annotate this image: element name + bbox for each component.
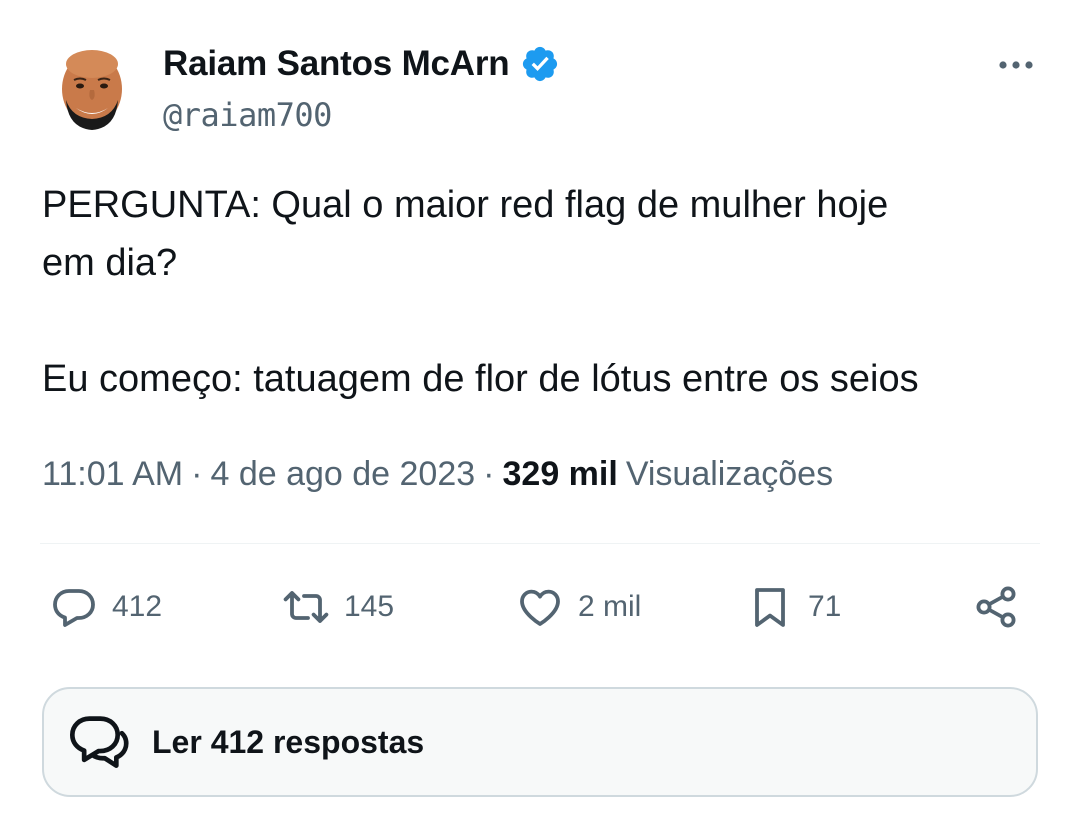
like-count: 2 mil bbox=[578, 590, 642, 623]
conversation-bubble-icon bbox=[69, 716, 129, 768]
tweet-meta: 11:01 AM · 4 de ago de 2023 · 329 mil Vi… bbox=[42, 455, 833, 494]
bookmark-button[interactable]: 71 bbox=[746, 578, 841, 636]
views-count[interactable]: 329 mil bbox=[503, 455, 618, 494]
bookmark-count: 71 bbox=[808, 590, 842, 623]
share-button[interactable] bbox=[972, 578, 1020, 636]
avatar[interactable] bbox=[44, 42, 140, 138]
reply-icon bbox=[53, 589, 95, 627]
tweet-date[interactable]: 4 de ago de 2023 bbox=[210, 455, 475, 494]
author-handle[interactable]: @raiam700 bbox=[163, 96, 332, 134]
meta-separator: · bbox=[191, 455, 203, 493]
tweet-time[interactable]: 11:01 AM bbox=[42, 455, 183, 494]
retweet-count: 145 bbox=[344, 590, 395, 623]
meta-separator: · bbox=[483, 455, 495, 493]
author-display-name[interactable]: Raiam Santos McArn bbox=[163, 42, 560, 86]
reply-count: 412 bbox=[112, 590, 163, 623]
bookmark-icon bbox=[755, 588, 785, 627]
read-replies-button[interactable]: Ler 412 respostas bbox=[42, 687, 1038, 797]
read-replies-label: Ler 412 respostas bbox=[152, 723, 425, 760]
like-button[interactable]: 2 mil bbox=[516, 578, 641, 636]
retweet-icon bbox=[283, 591, 329, 623]
share-icon bbox=[976, 586, 1016, 628]
views-label[interactable]: Visualizações bbox=[626, 455, 833, 494]
retweet-button[interactable]: 145 bbox=[282, 578, 394, 636]
reply-button[interactable]: 412 bbox=[50, 578, 162, 636]
author-name-text[interactable]: Raiam Santos McArn bbox=[163, 44, 510, 84]
divider bbox=[40, 543, 1040, 544]
cartoon-face-avatar-icon bbox=[44, 42, 140, 138]
action-bar: 412 145 2 mil 71 bbox=[50, 578, 1030, 636]
more-options-icon[interactable] bbox=[996, 50, 1036, 80]
heart-icon bbox=[520, 589, 560, 626]
verified-badge-icon bbox=[522, 46, 557, 82]
tweet-text: PERGUNTA: Qual o maior red flag de mulhe… bbox=[42, 184, 919, 400]
